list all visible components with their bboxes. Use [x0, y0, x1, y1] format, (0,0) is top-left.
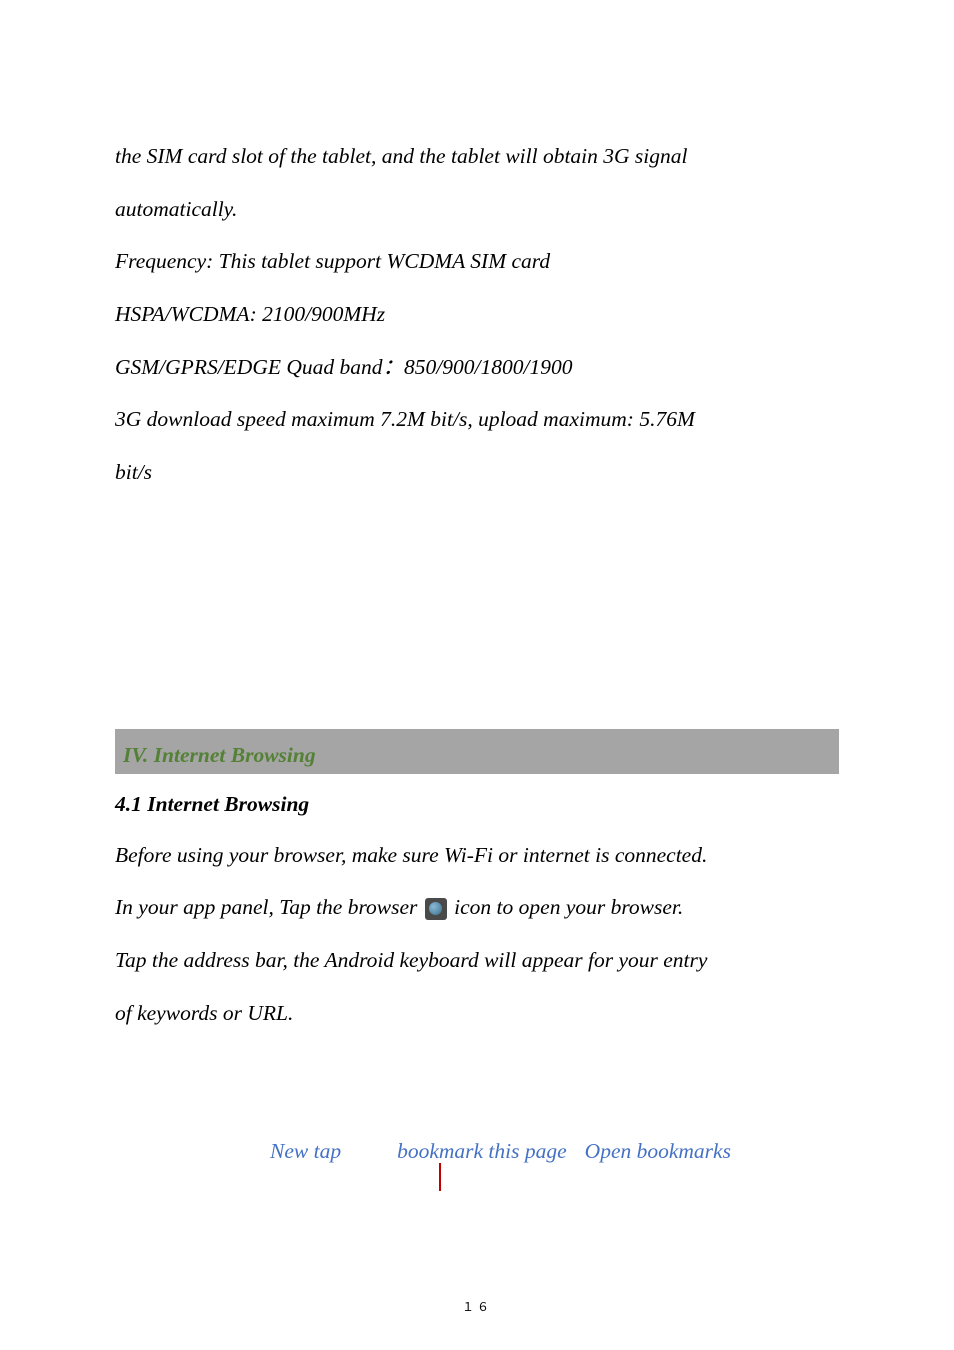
body-paragraph: In your app panel, Tap the browser icon … — [115, 881, 839, 934]
body-paragraph: the SIM card slot of the tablet, and the… — [115, 130, 839, 235]
callout-row: New tap bookmark this page Open bookmark… — [115, 1139, 839, 1164]
body-paragraph: Before using your browser, make sure Wi-… — [115, 829, 839, 882]
section-header-title: IV. Internet Browsing — [123, 743, 316, 767]
text-line: bit/s — [115, 460, 152, 484]
callout-bookmark-page: bookmark this page — [397, 1139, 567, 1164]
body-paragraph: 3G download speed maximum 7.2M bit/s, up… — [115, 393, 839, 498]
body-paragraph: GSM/GPRS/EDGE Quad band：850/900/1800/190… — [115, 341, 839, 394]
page-number: １６ — [0, 1298, 954, 1315]
text-line: the SIM card slot of the tablet, and the… — [115, 144, 688, 168]
text-line: automatically. — [115, 197, 237, 221]
callout-open-bookmarks: Open bookmarks — [585, 1139, 731, 1164]
text-line: of keywords or URL. — [115, 1001, 293, 1025]
text-line: Tap the address bar, the Android keyboar… — [115, 948, 707, 972]
body-paragraph: HSPA/WCDMA: 2100/900MHz — [115, 288, 839, 341]
text-run: icon to open your browser. — [449, 895, 684, 919]
section-header-bar: IV. Internet Browsing — [115, 729, 839, 774]
subheading: 4.1 Internet Browsing — [115, 792, 839, 817]
text-run: In your app panel, Tap the browser — [115, 895, 423, 919]
body-paragraph: Frequency: This tablet support WCDMA SIM… — [115, 235, 839, 288]
body-paragraph: Tap the address bar, the Android keyboar… — [115, 934, 839, 1039]
document-page: the SIM card slot of the tablet, and the… — [0, 0, 954, 1350]
browser-icon — [425, 898, 447, 920]
callout-new-tap: New tap — [270, 1139, 341, 1164]
text-line: 3G download speed maximum 7.2M bit/s, up… — [115, 407, 695, 431]
callout-leader-line — [439, 1163, 441, 1191]
